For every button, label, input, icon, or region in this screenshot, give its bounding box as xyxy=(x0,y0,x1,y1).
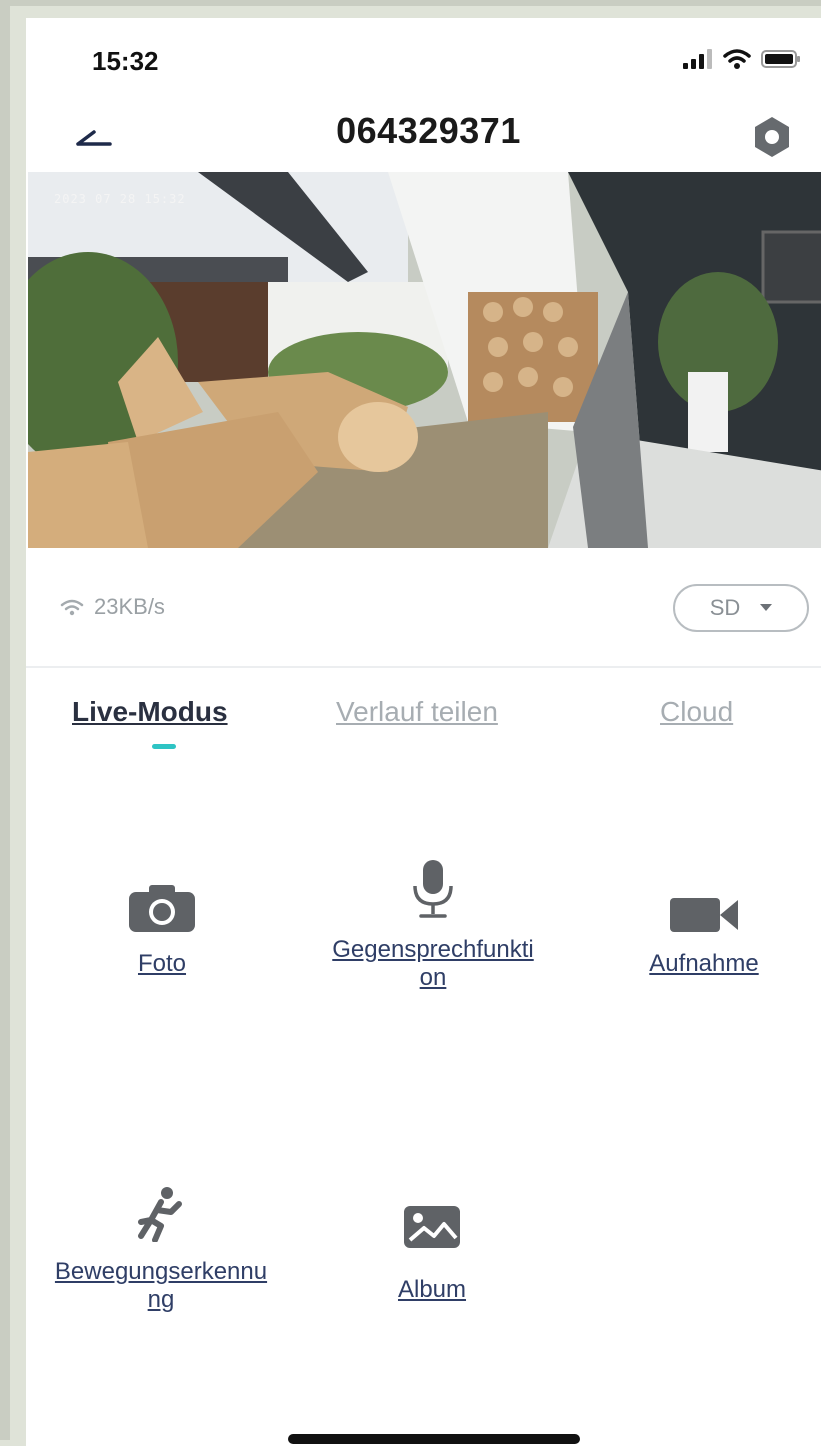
record-button[interactable]: Aufnahme xyxy=(624,876,784,978)
home-indicator[interactable] xyxy=(288,1434,580,1444)
video-frame-image xyxy=(28,172,821,548)
video-timestamp: 2023 07 28 15:32 xyxy=(54,192,186,206)
network-speed: 23KB/s xyxy=(60,594,165,620)
album-label: Album xyxy=(397,1276,467,1303)
wifi-icon xyxy=(723,49,751,69)
intercom-label-line2: on xyxy=(419,964,447,991)
wifi-speed-icon xyxy=(60,599,84,616)
status-icons xyxy=(683,48,801,70)
intercom-label-line1: Gegensprechfunkti xyxy=(332,936,534,963)
active-tab-indicator xyxy=(152,744,176,749)
record-label: Aufnahme xyxy=(649,950,759,977)
microphone-icon xyxy=(413,860,453,918)
intercom-button[interactable]: Gegensprechfunkti on xyxy=(288,858,578,992)
running-person-icon xyxy=(138,1187,182,1242)
caret-down-icon xyxy=(760,604,773,611)
tab-live-modus[interactable]: Live-Modus xyxy=(72,696,228,728)
quality-selector[interactable]: SD xyxy=(673,584,809,632)
device-title: 064329371 xyxy=(336,110,521,151)
status-time: 15:32 xyxy=(92,46,159,76)
tab-cloud[interactable]: Cloud xyxy=(660,696,733,728)
tab-verlauf-teilen[interactable]: Verlauf teilen xyxy=(336,696,498,728)
battery-icon xyxy=(761,50,800,68)
camera-icon xyxy=(129,885,195,932)
motion-detection-button[interactable]: Bewegungserkennu ng xyxy=(26,1182,296,1314)
motion-label-line2: ng xyxy=(147,1286,175,1313)
phone-screen: 15:32 064329371 2023 07 28 15:32 23KB/s … xyxy=(26,18,821,1446)
album-button[interactable]: Album xyxy=(352,1204,512,1304)
screenshot-frame: 15:32 064329371 2023 07 28 15:32 23KB/s … xyxy=(0,0,821,1446)
motion-label-line1: Bewegungserkennu xyxy=(54,1258,268,1285)
quality-value: SD xyxy=(709,595,741,620)
network-speed-value: 23KB/s xyxy=(94,594,165,619)
photo-button[interactable]: Foto xyxy=(82,876,242,978)
settings-hexagon-icon[interactable] xyxy=(749,114,795,160)
signal-icon xyxy=(683,49,712,69)
video-camera-icon xyxy=(670,898,738,932)
image-icon xyxy=(404,1206,460,1248)
photo-label: Foto xyxy=(137,950,187,977)
divider xyxy=(26,666,821,668)
live-video-feed[interactable]: 2023 07 28 15:32 xyxy=(28,172,821,548)
